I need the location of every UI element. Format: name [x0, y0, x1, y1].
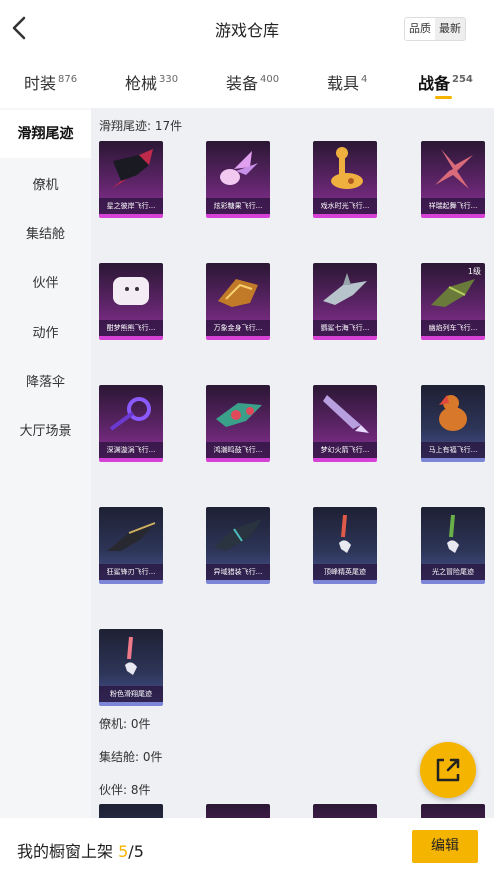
showcase-current-count: 5: [118, 842, 129, 861]
item-card[interactable]: 狂鲨锋刃飞行...: [99, 507, 163, 584]
tab-label: 战备: [418, 74, 451, 93]
item-card[interactable]: 星之彼岸飞行...: [99, 141, 163, 218]
tab-count: 4: [361, 74, 368, 85]
rocket-icon: [323, 395, 369, 433]
hunter-craft-icon: [214, 519, 262, 551]
blade-shark-icon: [107, 522, 156, 551]
golden-craft-icon: [218, 279, 258, 307]
red-trail-icon: [339, 514, 351, 553]
section-title-wingman: 僚机: 0件: [99, 717, 151, 731]
tab-battle-prep[interactable]: 战备 254: [418, 70, 473, 99]
item-name: 狂鲨锋刃飞行...: [99, 564, 163, 580]
tab-label: 载具: [327, 74, 360, 93]
tab-fashion[interactable]: 时装 876: [24, 70, 77, 94]
active-tab-indicator: [435, 96, 452, 99]
edit-button[interactable]: 编辑: [412, 830, 478, 863]
item-name: 幽焰列车飞行...: [421, 320, 485, 336]
item-card[interactable]: 炫彩糖果飞行...: [206, 141, 270, 218]
item-grid-area[interactable]: 滑翔尾迹: 17件 星之彼岸飞行... 炫彩糖果飞行... 戏水时光飞行... …: [91, 108, 494, 818]
item-card[interactable]: 鸿潮鸣鼓飞行...: [206, 385, 270, 462]
drum-craft-icon: [216, 403, 262, 427]
level-badge: 1级: [467, 267, 481, 276]
sidebar-item-action[interactable]: 动作: [0, 322, 91, 341]
section-title-glide-trail: 滑翔尾迹: 17件: [99, 119, 183, 133]
item-card[interactable]: 万象金身飞行...: [206, 263, 270, 340]
item-card[interactable]: 1级 幽焰列车飞行...: [421, 263, 485, 340]
item-card[interactable]: 顶峰精英尾迹: [313, 507, 377, 584]
shark-craft-icon: [323, 273, 367, 305]
item-card[interactable]: 光之冒险尾迹: [421, 507, 485, 584]
sort-quality-button[interactable]: 品质: [405, 18, 435, 40]
tab-vehicles[interactable]: 载具 4: [327, 70, 367, 94]
showcase-total-count: /5: [128, 842, 144, 861]
item-name: 酣梦熊熊飞行...: [99, 320, 163, 336]
category-tabs: 时装 876 枪械 330 装备 400 载具 4 战备 254: [0, 58, 494, 108]
dark-jet-icon: [111, 149, 153, 189]
item-name: 星之彼岸飞行...: [99, 198, 163, 214]
item-card[interactable]: [99, 804, 163, 818]
item-name: 戏水时光飞行...: [313, 198, 377, 214]
tab-count: 400: [260, 74, 280, 85]
item-name: 光之冒险尾迹: [421, 564, 485, 580]
ribbon-star-icon: [435, 149, 473, 189]
item-card[interactable]: 鹦鲨七海飞行...: [313, 263, 377, 340]
item-card[interactable]: 梦幻火箭飞行...: [313, 385, 377, 462]
sidebar-item-partner[interactable]: 伙伴: [0, 272, 91, 291]
footer-bar: 我的橱窗上架 5/5 编辑: [0, 818, 494, 875]
sidebar-item-lobby-scene[interactable]: 大厅场景: [0, 420, 91, 439]
item-card[interactable]: 戏水时光飞行...: [313, 141, 377, 218]
item-name: 深渊漩涡飞行...: [99, 442, 163, 458]
item-name: 鸿潮鸣鼓飞行...: [206, 442, 270, 458]
green-trail-icon: [447, 514, 459, 553]
sidebar: 滑翔尾迹 僚机 集结舱 伙伴 动作 降落伞 大厅场景: [0, 108, 91, 818]
item-card[interactable]: 深渊漩涡飞行...: [99, 385, 163, 462]
item-name: 马上有福飞行...: [421, 442, 485, 458]
sidebar-item-glide-trail[interactable]: 滑翔尾迹: [0, 110, 91, 158]
tab-label: 时装: [24, 74, 57, 93]
section-title-capsule: 集结舱: 0件: [99, 750, 163, 764]
sort-latest-button[interactable]: 最新: [435, 18, 465, 40]
item-card[interactable]: [206, 804, 270, 818]
tab-label: 枪械: [125, 74, 158, 93]
vortex-icon: [109, 397, 151, 431]
tab-count: 254: [452, 74, 473, 85]
item-card[interactable]: 粉色滑翔尾迹: [99, 629, 163, 706]
item-card[interactable]: 酣梦熊熊飞行...: [99, 263, 163, 340]
tab-equipment[interactable]: 装备 400: [226, 70, 279, 94]
item-name: 万象金身飞行...: [206, 320, 270, 336]
item-name: 异域猎装飞行...: [206, 564, 270, 580]
item-card[interactable]: [313, 804, 377, 818]
pink-trail-icon: [125, 636, 137, 675]
item-name: 梦幻火箭飞行...: [313, 442, 377, 458]
item-card[interactable]: 异域猎装飞行...: [206, 507, 270, 584]
tab-label: 装备: [226, 74, 259, 93]
giraffe-float-icon: [331, 147, 363, 189]
candy-icon: [220, 151, 258, 185]
sidebar-item-parachute[interactable]: 降落伞: [0, 371, 91, 390]
item-name: 炫彩糖果飞行...: [206, 198, 270, 214]
tab-count: 330: [159, 74, 179, 85]
item-name: 粉色滑翔尾迹: [99, 686, 163, 702]
showcase-status: 我的橱窗上架 5/5: [17, 838, 144, 862]
horse-icon: [439, 395, 467, 431]
item-card[interactable]: 祥瑞起舞飞行...: [421, 141, 485, 218]
item-name: 祥瑞起舞飞行...: [421, 198, 485, 214]
item-name: 鹦鲨七海飞行...: [313, 320, 377, 336]
external-link-icon: [436, 758, 460, 782]
sidebar-item-capsule[interactable]: 集结舱: [0, 223, 91, 242]
item-card[interactable]: 马上有福飞行...: [421, 385, 485, 462]
bear-pillow-icon: [113, 277, 149, 305]
sidebar-item-wingman[interactable]: 僚机: [0, 174, 91, 193]
tab-guns[interactable]: 枪械 330: [125, 70, 178, 94]
sort-toggle: 品质 最新: [404, 17, 466, 41]
header: 游戏仓库 品质 最新: [0, 0, 494, 58]
share-button[interactable]: [420, 742, 476, 798]
tab-count: 876: [58, 74, 78, 85]
showcase-label: 我的橱窗上架: [17, 842, 114, 861]
item-name: 顶峰精英尾迹: [313, 564, 377, 580]
item-card[interactable]: [421, 804, 485, 818]
section-title-partner: 伙伴: 8件: [99, 783, 151, 797]
